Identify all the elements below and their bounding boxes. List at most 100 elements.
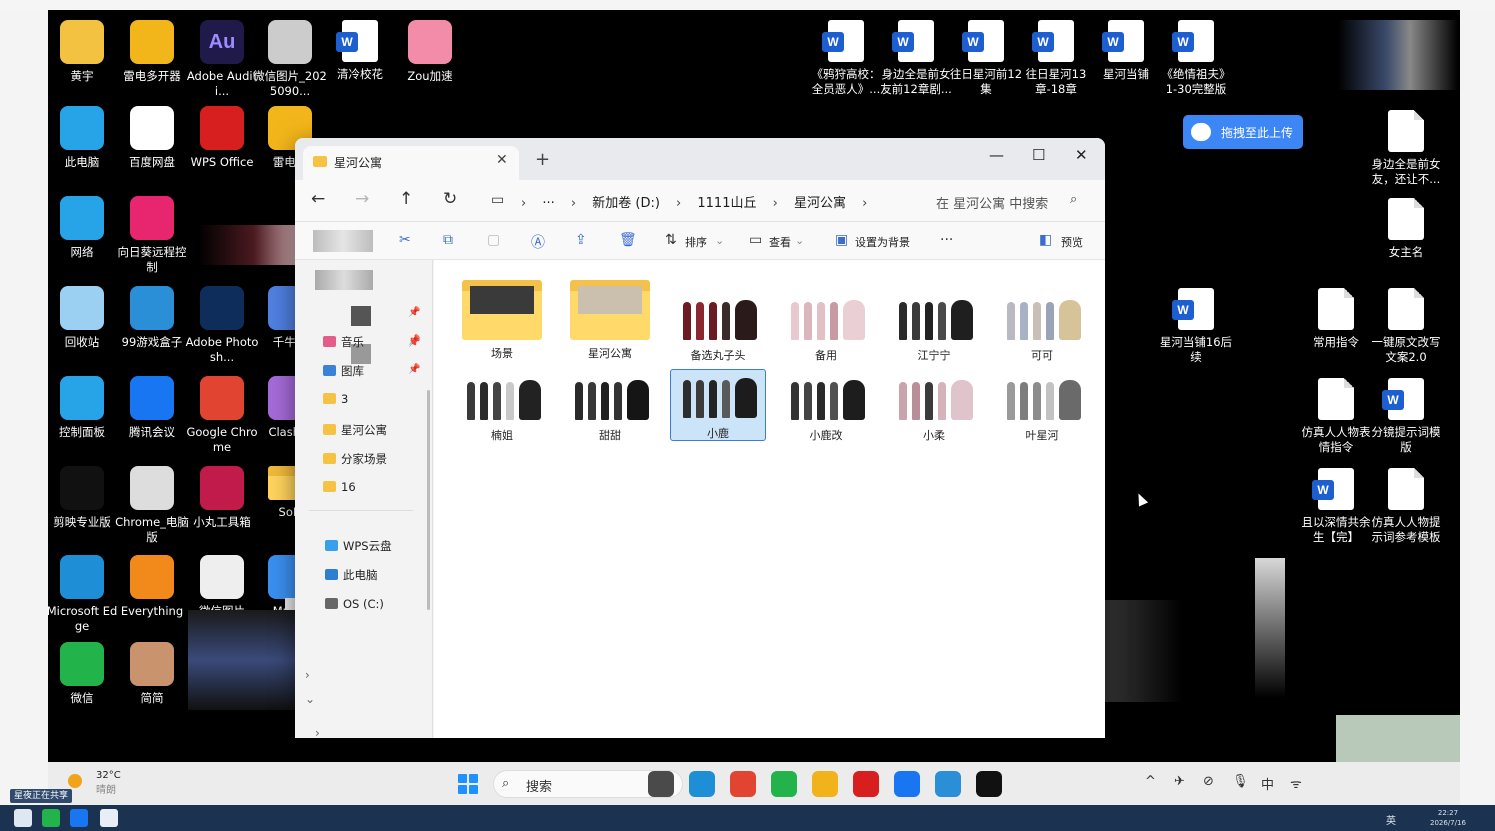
share-icon[interactable]: ⇪: [575, 232, 587, 248]
chevron-right-icon[interactable]: ›: [315, 726, 320, 738]
desktop-icon[interactable]: 小丸工具箱: [184, 466, 260, 530]
chevron-down-icon[interactable]: ⌄: [305, 692, 315, 706]
desktop-file-icon[interactable]: 女主名: [1368, 198, 1444, 260]
tab-xinghe[interactable]: 星河公寓 ✕: [303, 146, 519, 180]
nav-pane-item[interactable]: 星河公寓: [323, 422, 387, 438]
desktop-icon[interactable]: 微信图片: [184, 555, 260, 619]
more-options-icon[interactable]: ···: [940, 232, 953, 248]
sort-icon[interactable]: ⇅: [665, 232, 677, 248]
copy-icon[interactable]: ⧉: [443, 232, 453, 248]
folder-item[interactable]: 场景: [454, 280, 550, 368]
taskbar-app-icon[interactable]: [935, 771, 961, 797]
desktop-file-icon[interactable]: 仿真人人物表情指令: [1298, 378, 1374, 454]
upload-dropzone-button[interactable]: 拖拽至此上传: [1183, 115, 1303, 149]
nav-pane-item[interactable]: 16: [323, 480, 356, 494]
desktop-icon[interactable]: 此电脑: [48, 106, 120, 170]
nav-pane-item[interactable]: 3: [323, 392, 348, 406]
desktop-icon[interactable]: 微信图片_2025090...: [252, 20, 328, 98]
desktop-file-icon[interactable]: W 《鸦狩高校：全员恶人》...: [808, 20, 884, 96]
screen-share-badge[interactable]: 星夜正在共享: [10, 789, 73, 803]
taskbar-app-icon[interactable]: [812, 771, 838, 797]
taskbar-app-icon[interactable]: [976, 771, 1002, 797]
nav-pane-item[interactable]: 图库 📌: [323, 363, 420, 379]
image-item[interactable]: 小鹿改: [778, 372, 874, 444]
language-indicator[interactable]: 英: [1386, 812, 1396, 827]
desktop-file-icon[interactable]: W 往日星河13章-18章: [1018, 20, 1094, 96]
wechat-icon[interactable]: [42, 809, 60, 827]
image-item[interactable]: 叶星河: [994, 372, 1090, 444]
sort-button[interactable]: 排序: [685, 234, 707, 250]
tray-icon[interactable]: ^: [1145, 774, 1156, 789]
nav-pane-item[interactable]: 音乐 📌: [323, 334, 420, 350]
taskbar-app-icon[interactable]: [648, 771, 674, 797]
image-item[interactable]: 楠姐: [454, 372, 550, 444]
image-item[interactable]: 备用: [778, 280, 874, 368]
preview-pane-icon[interactable]: ◧: [1039, 232, 1052, 248]
maximize-button[interactable]: ☐: [1032, 146, 1045, 164]
desktop-file-icon[interactable]: 身边全是前女友，还让不...: [1368, 110, 1444, 186]
desktop-file-icon[interactable]: W 且以深情共余生【完】: [1298, 468, 1374, 544]
nav-pane-item[interactable]: WPS云盘: [325, 538, 392, 554]
tray-icon[interactable]: 🎙: [1232, 774, 1249, 789]
search-input[interactable]: 在 星河公寓 中搜索 ⌕: [925, 186, 1095, 216]
breadcrumb-current[interactable]: 星河公寓: [794, 196, 846, 211]
rename-icon[interactable]: Ⓐ: [531, 232, 545, 252]
cut-icon[interactable]: ✂: [399, 232, 411, 248]
image-item[interactable]: 备选丸子头: [670, 280, 766, 368]
monitor-icon[interactable]: ▭: [491, 192, 504, 208]
desktop-icon[interactable]: Chrome_电脑版: [114, 466, 190, 544]
minimize-button[interactable]: —: [989, 146, 1004, 164]
taskbar-app-icon[interactable]: [894, 771, 920, 797]
desktop-file-icon[interactable]: 仿真人人物提示词参考模板: [1368, 468, 1444, 544]
desktop-file-icon[interactable]: W 星河当铺: [1088, 20, 1164, 82]
image-item[interactable]: 小柔: [886, 372, 982, 444]
nav-pane-item[interactable]: 此电脑: [325, 567, 378, 583]
taskbar-app-icon[interactable]: [730, 771, 756, 797]
desktop-icon[interactable]: 微信: [48, 642, 120, 706]
desktop-icon[interactable]: Zou加速: [392, 20, 468, 84]
set-as-background-button[interactable]: 设置为背景: [855, 234, 910, 250]
desktop-icon[interactable]: Adobe Photosh...: [184, 286, 260, 364]
image-item[interactable]: 江宁宁: [886, 280, 982, 368]
desktop-file-icon[interactable]: W 身边全是前女友前12章剧...: [878, 20, 954, 96]
breadcrumb-more[interactable]: ···: [542, 196, 554, 211]
tray-icon[interactable]: ⊘: [1203, 774, 1214, 789]
taskbar-app-icon[interactable]: [689, 771, 715, 797]
desktop-icon[interactable]: 剪映专业版: [48, 466, 120, 530]
desktop-file-icon[interactable]: W 《绝情祖夫》1-30完整版: [1158, 20, 1234, 96]
nav-pane-item[interactable]: OS (C:): [325, 597, 384, 611]
wallpaper-icon[interactable]: ▣: [835, 232, 848, 248]
desktop-icon[interactable]: 简简: [114, 642, 190, 706]
desktop-file-icon[interactable]: W 分镜提示词模版: [1368, 378, 1444, 454]
close-window-button[interactable]: ✕: [1075, 146, 1088, 164]
desktop-icon[interactable]: W 清冷校花: [322, 20, 398, 82]
breadcrumb-folder[interactable]: 1111山丘: [697, 196, 756, 211]
desktop-icon[interactable]: 雷电多开器: [114, 20, 190, 84]
forward-button[interactable]: →: [355, 189, 369, 209]
tray-icon[interactable]: ✈: [1174, 774, 1185, 789]
tray-icon[interactable]: 中: [1261, 774, 1274, 793]
desktop-icon[interactable]: Google Chrome: [184, 376, 260, 454]
desktop-file-icon[interactable]: 常用指令: [1298, 288, 1374, 350]
up-button[interactable]: ↑: [399, 189, 413, 209]
windows-icon[interactable]: [14, 809, 32, 827]
desktop-icon[interactable]: 腾讯会议: [114, 376, 190, 440]
taskbar-app-icon[interactable]: [853, 771, 879, 797]
taskbar-app-icon[interactable]: [771, 771, 797, 797]
new-tab-button[interactable]: +: [535, 149, 550, 170]
refresh-button[interactable]: ↻: [443, 189, 457, 209]
preview-button[interactable]: 预览: [1061, 234, 1083, 250]
back-button[interactable]: ←: [311, 189, 325, 209]
desktop-icon[interactable]: Microsoft Edge: [48, 555, 120, 633]
breadcrumb-drive[interactable]: 新加卷 (D:): [592, 196, 660, 211]
desktop-icon[interactable]: 99游戏盒子: [114, 286, 190, 350]
desktop-icon[interactable]: Everything: [114, 555, 190, 619]
desktop-icon[interactable]: 回收站: [48, 286, 120, 350]
image-item[interactable]: 小鹿: [670, 369, 766, 441]
desktop-icon[interactable]: 黄宇: [48, 20, 120, 84]
desktop-icon[interactable]: 网络: [48, 196, 120, 260]
meeting-icon[interactable]: [70, 809, 88, 827]
desktop-icon[interactable]: 向日葵远程控制: [114, 196, 190, 274]
weather-widget[interactable]: 32°C 晴朗: [96, 770, 121, 796]
desktop-file-icon[interactable]: W 星河当铺16后续: [1158, 288, 1234, 364]
